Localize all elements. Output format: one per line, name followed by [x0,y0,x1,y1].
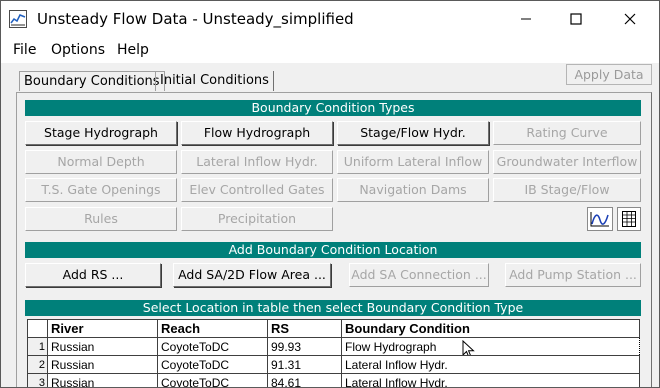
ib-stage-flow-button[interactable]: IB Stage/Flow [493,178,641,202]
tab-boundary-conditions[interactable]: Boundary Conditions [19,71,165,91]
close-button[interactable] [607,1,653,37]
menu-help[interactable]: Help [117,42,149,58]
column-river[interactable]: River [47,319,158,338]
column-boundary-condition[interactable]: Boundary Condition [341,319,640,338]
lateral-inflow-hydr-button[interactable]: Lateral Inflow Hydr. [181,150,333,174]
tab-initial-conditions[interactable]: Initial Conditions [155,71,274,91]
cell-rs[interactable]: 84.61 [267,373,342,387]
rules-button[interactable]: Rules [25,207,177,231]
close-icon [624,13,636,25]
elev-controlled-gates-button[interactable]: Elev Controlled Gates [181,178,333,202]
cell-boundary-condition[interactable]: Lateral Inflow Hydr. [341,373,640,387]
line-chart-icon [590,212,609,227]
normal-depth-button[interactable]: Normal Depth [25,150,177,174]
cell-boundary-condition[interactable]: Flow Hydrograph [341,337,640,356]
window-title: Unsteady Flow Data - Unsteady_simplified [37,10,354,28]
apply-data-button[interactable]: Apply Data [566,64,652,85]
boundary-table: River Reach RS Boundary Condition 1 Russ… [27,319,640,387]
maximize-button[interactable] [553,1,599,37]
menu-file[interactable]: File [13,42,36,58]
add-sa2d-flow-area-button[interactable]: Add SA/2D Flow Area ... [173,263,331,287]
table-header-bar: Select Location in table then select Bou… [25,300,641,316]
add-pump-station-button[interactable]: Add Pump Station ... [505,263,641,287]
navigation-dams-button[interactable]: Navigation Dams [337,178,489,202]
plot-button[interactable] [587,207,613,231]
app-icon [9,10,27,28]
minimize-button[interactable] [503,1,549,37]
column-reach[interactable]: Reach [157,319,268,338]
table-header-row: River Reach RS Boundary Condition [27,319,640,338]
mouse-cursor-icon [462,340,475,355]
cell-river[interactable]: Russian [47,355,158,374]
column-rs[interactable]: RS [267,319,342,338]
table-row[interactable]: 1 Russian CoyoteToDC 99.93 Flow Hydrogra… [27,337,640,356]
cell-rs[interactable]: 91.31 [267,355,342,374]
table-row[interactable]: 3 Russian CoyoteToDC 84.61 Lateral Inflo… [27,373,640,387]
cell-reach[interactable]: CoyoteToDC [157,337,268,356]
flow-hydrograph-button[interactable]: Flow Hydrograph [181,121,333,145]
groundwater-interflow-button[interactable]: Groundwater Interflow [493,150,641,174]
bc-types-header: Boundary Condition Types [25,100,641,116]
title-bar: Unsteady Flow Data - Unsteady_simplified [1,1,659,37]
add-location-header: Add Boundary Condition Location [25,242,641,258]
table-row[interactable]: 2 Russian CoyoteToDC 91.31 Lateral Inflo… [27,355,640,374]
cell-reach[interactable]: CoyoteToDC [157,355,268,374]
cell-reach[interactable]: CoyoteToDC [157,373,268,387]
precipitation-button[interactable]: Precipitation [181,207,333,231]
unsteady-flow-window: Unsteady Flow Data - Unsteady_simplified… [0,0,660,388]
cell-boundary-condition[interactable]: Lateral Inflow Hydr. [341,355,640,374]
maximize-icon [570,13,582,25]
table-button[interactable] [617,207,641,231]
menu-options[interactable]: Options [51,42,105,58]
minimize-icon [521,18,531,20]
cell-boundary-condition-text: Flow Hydrograph [345,339,437,354]
uniform-lateral-inflow-button[interactable]: Uniform Lateral Inflow [337,150,489,174]
stage-hydrograph-button[interactable]: Stage Hydrograph [25,121,177,145]
rating-curve-button[interactable]: Rating Curve [493,121,641,145]
cell-river[interactable]: Russian [47,373,158,387]
add-rs-button[interactable]: Add RS ... [25,263,161,287]
row-number: 2 [27,355,48,374]
table-grid-icon [622,211,636,227]
row-number: 1 [27,337,48,356]
row-number: 3 [27,373,48,387]
cell-rs[interactable]: 99.93 [267,337,342,356]
cell-river[interactable]: Russian [47,337,158,356]
ts-gate-openings-button[interactable]: T.S. Gate Openings [25,178,177,202]
add-sa-connection-button[interactable]: Add SA Connection ... [349,263,489,287]
corner-cell [27,319,48,338]
stage-flow-hydr-button[interactable]: Stage/Flow Hydr. [337,121,489,145]
menu-bar: File Options Help [1,37,659,63]
